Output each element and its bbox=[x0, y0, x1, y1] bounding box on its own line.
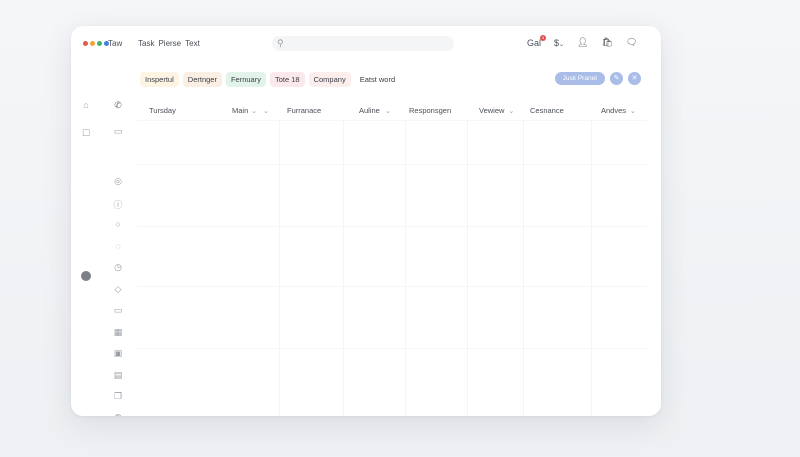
panel-icon[interactable]: ▭ bbox=[111, 126, 125, 137]
top-right-toolbar: Gal 4 $⌄ 👤︎ 🛍︎ 🗨︎ bbox=[527, 34, 650, 48]
check-circle-icon[interactable]: ◌ bbox=[111, 241, 125, 251]
column-label: Auline bbox=[359, 106, 380, 115]
chip-tote[interactable]: Tote 18 bbox=[269, 72, 305, 87]
chat-icon[interactable]: 🗨︎ bbox=[626, 37, 637, 48]
phone-icon[interactable]: ✆ bbox=[111, 100, 125, 111]
chevron-down-icon[interactable]: ⌄ bbox=[508, 108, 514, 115]
clock-icon[interactable]: ◷ bbox=[111, 262, 125, 273]
chevron-down-icon[interactable]: ⌄ bbox=[251, 108, 257, 115]
column-header[interactable]: Cesnance bbox=[530, 106, 564, 115]
globe-icon[interactable]: ◍ bbox=[111, 412, 125, 416]
row-divider bbox=[137, 226, 647, 227]
edit-icon[interactable]: ✎ bbox=[610, 72, 623, 85]
user-icon[interactable]: 👤︎ bbox=[577, 37, 588, 48]
primary-action-button[interactable]: Jusk Pranet bbox=[554, 72, 605, 85]
home-icon[interactable]: ⌂ bbox=[79, 100, 93, 110]
search-input[interactable]: ⚲ bbox=[272, 36, 454, 51]
image-icon[interactable]: ▣ bbox=[111, 348, 125, 359]
column-label: Main bbox=[232, 106, 249, 115]
copy-icon[interactable]: ❐ bbox=[111, 391, 125, 402]
menu-item-pierse[interactable]: Pierse bbox=[158, 39, 181, 48]
secondary-sidebar: ✆ ▭ ◎ ⓘ ○ ◌ ◷ ◇ ▭ ▦ ▣ ▤ ❐ ◍ bbox=[101, 62, 137, 416]
column-header[interactable]: Andves ⌄ bbox=[601, 106, 636, 115]
close-icon[interactable]: ✕ bbox=[628, 72, 641, 85]
column-header[interactable]: Auline ⌄ bbox=[359, 106, 391, 115]
main-content: Inspertul Dertnger Fernuary Tote 18 Comp… bbox=[137, 62, 661, 416]
calendar-icon[interactable]: ▤ bbox=[111, 370, 125, 381]
filter-chips: Inspertul Dertnger Fernuary Tote 18 Comp… bbox=[140, 72, 401, 87]
chevron-down-icon[interactable]: ⌄ bbox=[630, 108, 636, 115]
mail-button[interactable]: Gal 4 bbox=[527, 34, 547, 48]
close-dot[interactable] bbox=[83, 41, 88, 46]
chip-inspertul[interactable]: Inspertul bbox=[140, 72, 179, 87]
maximize-dot[interactable] bbox=[97, 41, 102, 46]
row-divider bbox=[137, 286, 647, 287]
chip-company[interactable]: Company bbox=[308, 72, 351, 87]
column-label: Furranace bbox=[287, 106, 322, 115]
toolbar-actions: Jusk Pranet ✎ ✕ bbox=[554, 72, 641, 85]
folder-icon[interactable]: ▭ bbox=[111, 305, 125, 316]
target-icon[interactable]: ◎ bbox=[111, 176, 125, 187]
row-divider bbox=[137, 120, 647, 121]
column-label: Andves bbox=[601, 106, 627, 115]
mail-label: Gal bbox=[527, 37, 542, 48]
title-bar: Taw Task Pierse Text ⚲ Gal 4 $⌄ 👤︎ 🛍︎ 🗨︎ bbox=[71, 26, 661, 62]
notification-badge: 4 bbox=[540, 34, 547, 41]
chevron-down-icon[interactable]: ⌄ bbox=[385, 108, 391, 115]
app-window: Taw Task Pierse Text ⚲ Gal 4 $⌄ 👤︎ 🛍︎ 🗨︎… bbox=[71, 26, 661, 416]
top-menu: Task Pierse Text bbox=[138, 39, 200, 48]
column-label: Responsgen bbox=[409, 106, 452, 115]
circle-icon[interactable]: ○ bbox=[111, 219, 125, 229]
bag-icon[interactable]: 🛍︎ bbox=[602, 37, 613, 48]
chip-dertnger[interactable]: Dertnger bbox=[182, 72, 222, 87]
row-divider bbox=[137, 348, 647, 349]
chip-eatst-word[interactable]: Eatst word bbox=[354, 72, 401, 87]
app-name: Taw bbox=[108, 39, 123, 48]
column-header[interactable]: Vewiew ⌄ bbox=[479, 106, 514, 115]
grid-icon[interactable]: ▦ bbox=[111, 327, 125, 338]
table-body bbox=[137, 120, 647, 416]
cube-icon[interactable]: ◇ bbox=[111, 284, 125, 295]
row-divider bbox=[137, 164, 647, 165]
column-label: Tursday bbox=[149, 106, 176, 115]
chevron-down-icon: ⌄ bbox=[559, 41, 565, 48]
currency-button[interactable]: $⌄ bbox=[554, 38, 564, 48]
menu-item-task[interactable]: Task bbox=[138, 39, 154, 48]
chip-fernuary[interactable]: Fernuary bbox=[225, 72, 266, 87]
info-icon[interactable]: ⓘ bbox=[111, 198, 125, 211]
column-header[interactable]: Tursday bbox=[149, 106, 176, 115]
primary-sidebar: ⌂ ☐ ⌃ bbox=[71, 62, 101, 416]
column-header[interactable]: Main ⌄ ⌄ bbox=[232, 106, 269, 115]
search-icon: ⚲ bbox=[277, 38, 284, 48]
column-header[interactable]: Responsgen bbox=[409, 106, 451, 115]
table-header: Tursday Main ⌄ ⌄ Furranace Auline ⌄ Respons… bbox=[137, 100, 647, 120]
square-icon[interactable]: ☐ bbox=[79, 128, 93, 139]
column-header[interactable]: Furranace bbox=[287, 106, 321, 115]
column-label: Vewiew bbox=[479, 106, 505, 115]
menu-item-text[interactable]: Text bbox=[185, 39, 200, 48]
column-label: Cesnance bbox=[530, 106, 564, 115]
chevron-down-icon[interactable]: ⌄ bbox=[263, 108, 269, 115]
minimize-dot[interactable] bbox=[90, 41, 95, 46]
window-controls[interactable] bbox=[83, 41, 109, 46]
avatar[interactable] bbox=[81, 271, 91, 281]
